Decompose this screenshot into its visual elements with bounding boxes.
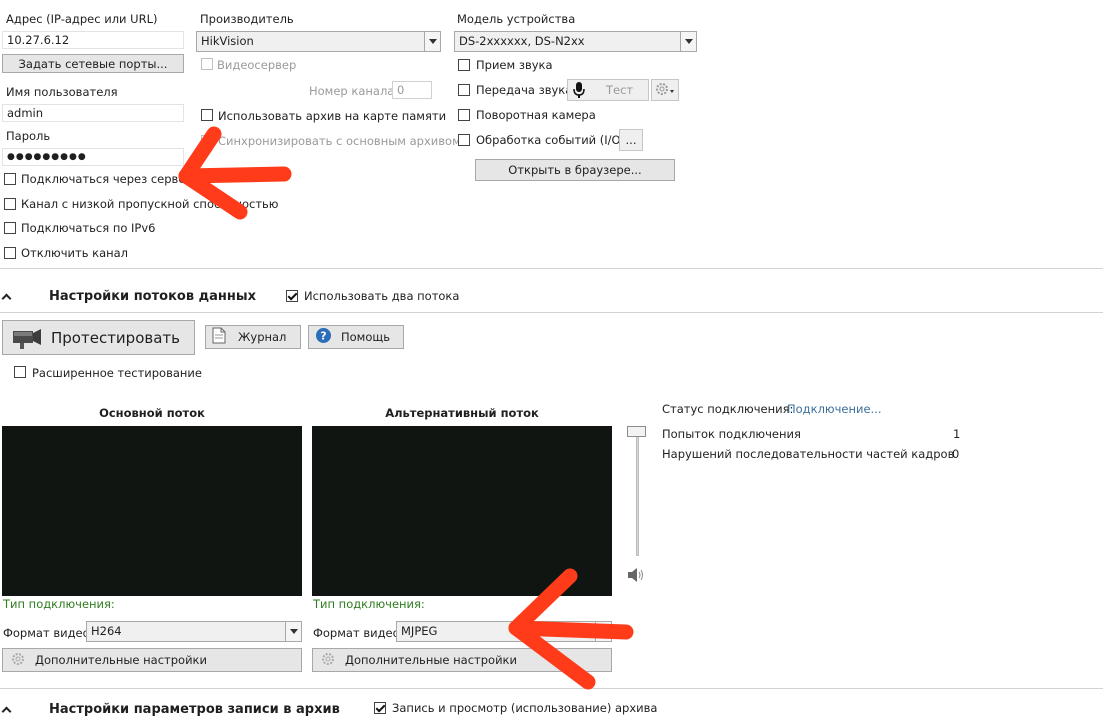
password-input[interactable]: ●●●●●●●●●: [2, 148, 184, 166]
record-archive-label: Запись и просмотр (использование) архива: [392, 701, 658, 715]
main-connection-type-label: Тип подключения:: [3, 597, 115, 611]
audio-test-label: Тест: [606, 83, 634, 97]
archive-section-title: Настройки параметров записи в архив: [49, 702, 340, 717]
events-checkbox[interactable]: [458, 134, 470, 146]
chevron-down-icon: [285, 622, 301, 641]
sync-archive-checkbox[interactable]: [201, 135, 213, 147]
connect-via-server-checkbox[interactable]: [4, 173, 16, 185]
events-more-button[interactable]: ...: [619, 129, 643, 151]
alt-format-label: Формат видео: [313, 626, 400, 640]
open-browser-button[interactable]: Открыть в браузере...: [475, 159, 675, 181]
streams-section-title: Настройки потоков данных: [49, 289, 256, 304]
section-divider: [0, 312, 1103, 313]
log-button[interactable]: Журнал: [205, 325, 301, 349]
ptz-label: Поворотная камера: [476, 108, 596, 122]
audio-out-label: Передача звука: [476, 83, 573, 97]
gear-icon: [11, 652, 25, 669]
test-connection-button[interactable]: Протестировать: [2, 320, 195, 355]
ptz-checkbox[interactable]: [458, 109, 470, 121]
main-format-select[interactable]: H264: [86, 621, 302, 642]
audio-in-label: Прием звука: [476, 58, 553, 72]
password-label: Пароль: [6, 129, 51, 143]
events-label: Обработка событий (I/O): [476, 133, 626, 147]
alt-advanced-settings-button[interactable]: Дополнительные настройки: [312, 648, 612, 672]
channel-number-label: Номер канала: [309, 84, 395, 98]
audio-settings-button[interactable]: [651, 79, 679, 101]
sync-archive-label: Синхронизировать с основным архивом: [218, 134, 461, 148]
gear-icon: [321, 652, 335, 669]
archive-card-checkbox[interactable]: [201, 109, 213, 121]
manufacturer-select[interactable]: HikVision: [196, 31, 441, 52]
alt-connection-type-label: Тип подключения:: [313, 597, 425, 611]
violations-value: 0: [952, 447, 960, 461]
audio-out-checkbox[interactable]: [458, 84, 470, 96]
log-label: Журнал: [238, 330, 287, 344]
svg-text:?: ?: [320, 330, 326, 343]
main-advanced-settings-label: Дополнительные настройки: [35, 653, 207, 667]
audio-test-button[interactable]: Тест: [567, 79, 649, 101]
collapse-caret-icon[interactable]: [2, 705, 12, 715]
alt-advanced-settings-label: Дополнительные настройки: [345, 653, 517, 667]
archive-card-label: Использовать архив на карте памяти: [218, 109, 447, 123]
chevron-down-icon: [424, 32, 440, 51]
violations-label: Нарушений последовательности частей кадр…: [662, 447, 955, 461]
address-label: Адрес (IP-адрес или URL): [6, 12, 158, 26]
videoserver-checkbox[interactable]: [201, 58, 213, 70]
model-value: DS-2xxxxxx, DS-N2xx: [459, 34, 585, 48]
extended-test-label: Расширенное тестирование: [32, 366, 202, 380]
username-input[interactable]: admin: [2, 104, 184, 122]
attempts-value: 1: [953, 427, 961, 441]
username-label: Имя пользователя: [6, 85, 118, 99]
status-connection-label: Статус подключения:: [662, 402, 794, 416]
help-button[interactable]: ? Помощь: [308, 325, 404, 349]
audio-in-checkbox[interactable]: [458, 59, 470, 71]
microphone-icon: [572, 82, 586, 98]
videoserver-label: Видеосервер: [217, 58, 297, 72]
main-advanced-settings-button[interactable]: Дополнительные настройки: [2, 648, 302, 672]
section-divider: [0, 268, 1103, 269]
extended-test-checkbox[interactable]: [14, 366, 26, 378]
record-archive-checkbox[interactable]: [374, 702, 386, 714]
section-divider: [0, 688, 1103, 689]
low-bandwidth-label: Канал с низкой пропускной способностью: [21, 197, 279, 211]
volume-slider-thumb[interactable]: [627, 426, 646, 437]
model-label: Модель устройства: [457, 12, 576, 26]
volume-slider-track[interactable]: [636, 428, 639, 556]
test-connection-label: Протестировать: [51, 328, 180, 347]
gear-icon: [654, 81, 676, 100]
main-format-label: Формат видео: [3, 626, 90, 640]
chevron-down-icon: [595, 622, 611, 641]
two-streams-label: Использовать два потока: [304, 289, 460, 303]
speaker-icon[interactable]: [627, 567, 645, 586]
manufacturer-label: Производитель: [200, 12, 294, 26]
help-icon: ?: [315, 327, 332, 347]
alt-format-select[interactable]: MJPEG: [396, 621, 612, 642]
two-streams-checkbox[interactable]: [286, 290, 298, 302]
manufacturer-value: HikVision: [201, 34, 254, 48]
disable-channel-label: Отключить канал: [21, 246, 129, 260]
help-label: Помощь: [341, 330, 391, 344]
low-bandwidth-checkbox[interactable]: [4, 198, 16, 210]
disable-channel-checkbox[interactable]: [4, 247, 16, 259]
main-stream-title: Основной поток: [99, 406, 205, 420]
main-format-value: H264: [91, 624, 122, 638]
main-stream-video: [2, 426, 302, 596]
alt-stream-video: [312, 426, 612, 596]
alt-stream-title: Альтернативный поток: [385, 406, 539, 420]
alt-format-value: MJPEG: [401, 624, 438, 638]
document-icon: [212, 327, 226, 347]
chevron-down-icon: [680, 32, 696, 51]
channel-number-input[interactable]: 0: [392, 81, 432, 99]
address-input[interactable]: 10.27.6.12: [2, 31, 184, 49]
ipv6-checkbox[interactable]: [4, 222, 16, 234]
collapse-caret-icon[interactable]: [2, 292, 12, 302]
connect-via-server-label: Подключаться через сервер: [21, 172, 193, 186]
ipv6-label: Подключаться по IPv6: [21, 221, 156, 235]
attempts-label: Попыток подключения: [662, 427, 801, 441]
camera-icon: [11, 325, 43, 351]
model-select[interactable]: DS-2xxxxxx, DS-N2xx: [454, 31, 697, 52]
status-connection-value: Подключение...: [787, 402, 882, 416]
set-ports-button[interactable]: Задать сетевые порты...: [2, 54, 184, 73]
